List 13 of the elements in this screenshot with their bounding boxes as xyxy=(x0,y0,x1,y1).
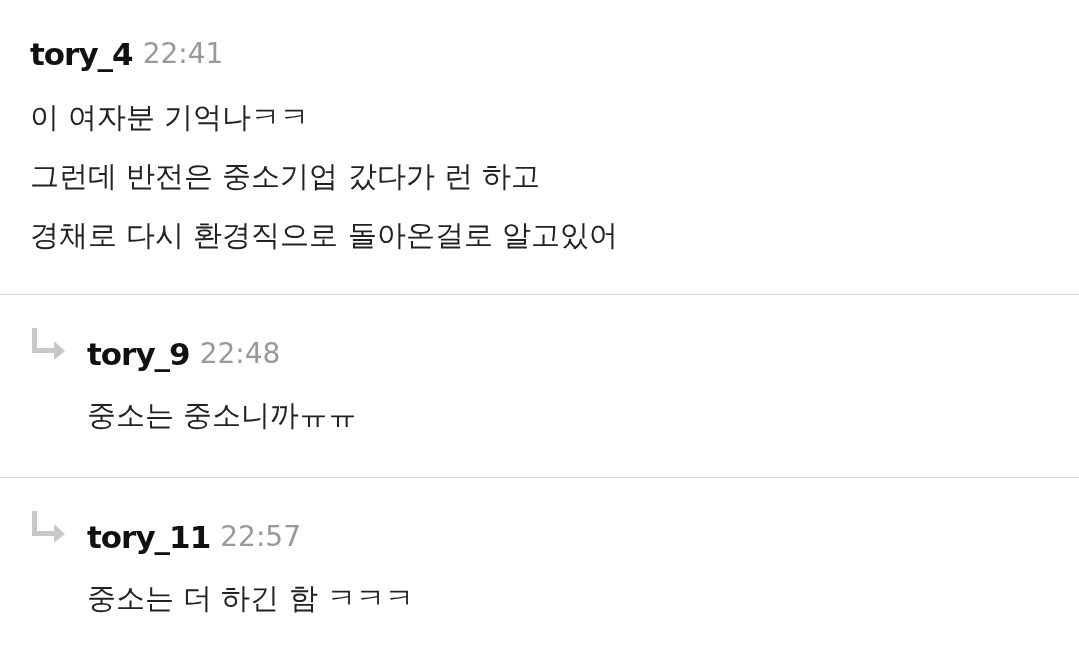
timestamp: 22:41 xyxy=(142,36,224,72)
comment-text-line: 중소는 중소니까ㅠㅠ xyxy=(87,397,359,434)
comment-text-line: 그런데 반전은 중소기업 갔다가 런 하고 xyxy=(30,158,542,195)
username: tory_4 xyxy=(30,34,133,74)
comment-text-line: 중소는 더 하긴 함 ㅋㅋㅋ xyxy=(87,580,415,617)
timestamp: 22:57 xyxy=(220,519,301,555)
username: tory_9 xyxy=(87,334,190,374)
username: tory_11 xyxy=(87,517,211,557)
timestamp: 22:48 xyxy=(199,336,281,372)
comment-text-line: 경채로 다시 환경직으로 돌아온걸로 알고있어 xyxy=(30,217,619,254)
reply-arrow-icon xyxy=(30,511,66,543)
comment-text-line: 이 여자분 기억나ㅋㅋ xyxy=(30,99,311,136)
reply-arrow-icon xyxy=(30,328,66,360)
